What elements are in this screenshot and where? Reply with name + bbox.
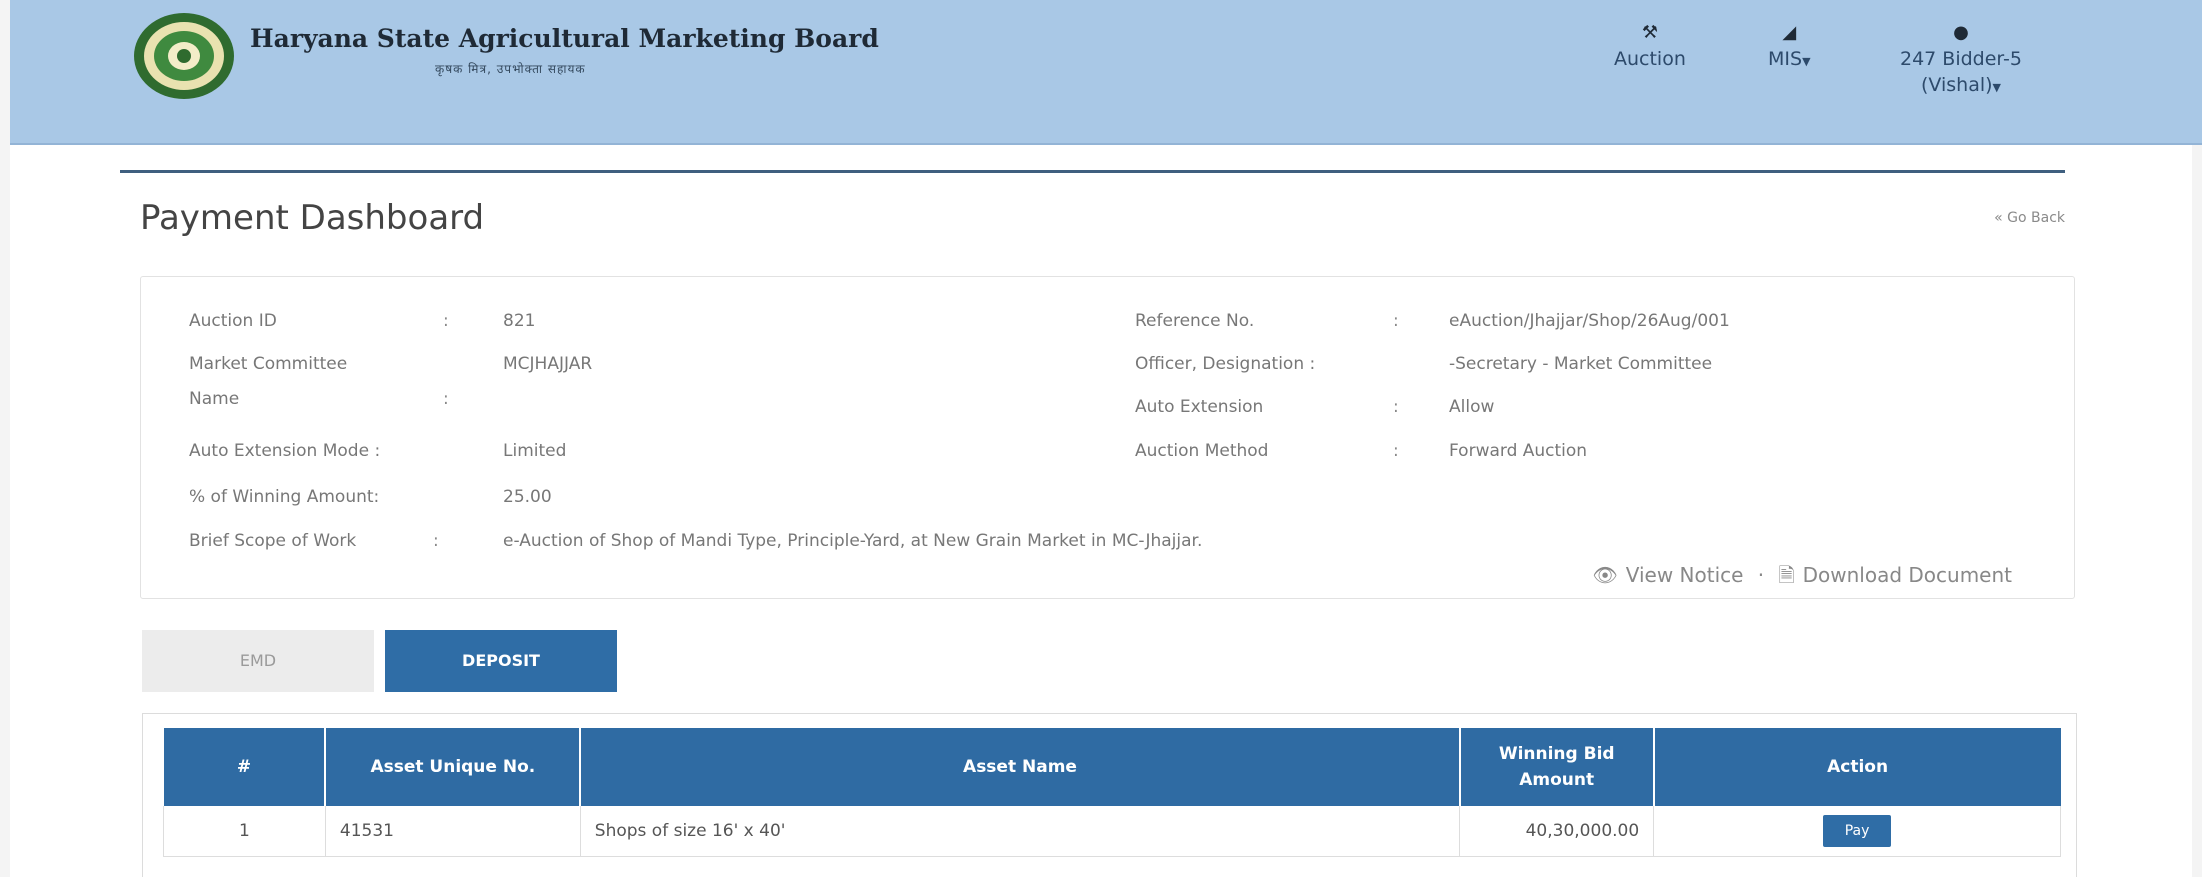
nav-mis[interactable]: ◢ MIS▼ (1768, 20, 1811, 75)
board-logo (134, 13, 234, 99)
col-header-asset-no: Asset Unique No. (325, 728, 582, 806)
tab-deposit[interactable]: DEPOSIT (385, 630, 617, 692)
cell-amount: 40,30,000.00 (1459, 806, 1655, 857)
col-header-asset-name: Asset Name (580, 728, 1461, 806)
brand-title: Haryana State Agricultural Marketing Boa… (250, 24, 879, 53)
brand-subtitle: कृषक मित्र, उपभोक्ता सहायक (435, 62, 586, 76)
winning-pct-label: % of Winning Amount: (189, 487, 380, 507)
tab-emd[interactable]: EMD (142, 630, 374, 692)
officer-label: Officer, Designation : (1135, 354, 1316, 374)
table-header-row: # Asset Unique No. Asset Name Winning Bi… (163, 728, 2061, 806)
gavel-icon: ⚒ (1641, 22, 1659, 43)
colon: : (1393, 311, 1399, 331)
colon: : (443, 389, 449, 409)
auction-details-panel: Auction ID : 821 Market Committee Name :… (140, 276, 2075, 599)
scope-label: Brief Scope of Work (189, 531, 357, 551)
site-header: Haryana State Agricultural Marketing Boa… (10, 0, 2202, 145)
file-icon: 🗎 (1778, 563, 1795, 587)
market-committee-label: Market Committee (189, 354, 348, 374)
table-row: 1 41531 Shops of size 16' x 40' 40,30,00… (163, 806, 2061, 857)
scope-value: e-Auction of Shop of Mandi Type, Princip… (503, 531, 1203, 551)
auto-extension-value: Allow (1449, 397, 1495, 417)
deposit-table: # Asset Unique No. Asset Name Winning Bi… (163, 728, 2061, 857)
auction-id-label: Auction ID (189, 311, 277, 331)
colon: : (1393, 397, 1399, 417)
colon: : (433, 531, 439, 551)
auto-extension-label: Auto Extension (1135, 397, 1264, 417)
auto-extension-mode-value: Limited (503, 441, 567, 461)
colon: : (443, 311, 449, 331)
col-header-num: # (163, 728, 327, 806)
user-name-line2: (Vishal) (1920, 74, 1993, 96)
deposit-table-panel: # Asset Unique No. Asset Name Winning Bi… (142, 713, 2077, 877)
document-links: 👁 View Notice · 🗎 Download Document (1584, 561, 2012, 595)
cell-action: Pay (1653, 806, 2061, 857)
eye-icon: 👁 (1592, 563, 1618, 587)
auction-method-label: Auction Method (1135, 441, 1269, 461)
col-header-amount-line2: Amount (1519, 770, 1595, 790)
col-header-amount-line1: Winning Bid (1498, 744, 1615, 764)
officer-value: -Secretary - Market Committee (1449, 354, 1713, 374)
cell-num: 1 (163, 806, 326, 857)
auction-method-value: Forward Auction (1449, 441, 1588, 461)
user-name-line1: 247 Bidder-5 (1900, 48, 2022, 70)
auction-id-value: 821 (503, 311, 536, 331)
col-header-amount: Winning Bid Amount (1459, 728, 1655, 806)
page-title: Payment Dashboard (140, 198, 485, 238)
download-document-link[interactable]: Download Document (1803, 563, 2012, 587)
market-committee-label-cont: Name (189, 389, 240, 409)
view-notice-link[interactable]: View Notice (1626, 563, 1744, 587)
nav-auction-label: Auction (1614, 48, 1686, 70)
chart-icon: ◢ (1782, 22, 1797, 43)
colon: : (1393, 441, 1399, 461)
window-right-edge (2192, 145, 2202, 877)
auto-extension-mode-label: Auto Extension Mode : (189, 441, 381, 461)
col-header-action: Action (1653, 728, 2061, 806)
caret-down-icon: ▼ (1992, 81, 2001, 94)
cell-asset-name: Shops of size 16' x 40' (580, 806, 1461, 857)
separator: · (1757, 563, 1765, 587)
window-left-edge (0, 0, 10, 877)
nav-auction[interactable]: ⚒ Auction (1614, 20, 1686, 72)
go-back-link[interactable]: « Go Back (1994, 210, 2065, 226)
caret-down-icon: ▼ (1802, 55, 1811, 68)
pay-button[interactable]: Pay (1822, 814, 1892, 847)
cell-asset-no: 41531 (325, 806, 581, 857)
user-icon: ● (1953, 22, 1969, 43)
reference-label: Reference No. (1135, 311, 1255, 331)
winning-pct-value: 25.00 (503, 487, 552, 507)
card-top-rule (120, 170, 2065, 173)
market-committee-value: MCJHAJJAR (503, 354, 593, 374)
nav-mis-label: MIS (1768, 48, 1803, 70)
nav-user-menu[interactable]: ● 247 Bidder-5 (Vishal)▼ (1900, 20, 2022, 101)
reference-value: eAuction/Jhajjar/Shop/26Aug/001 (1449, 311, 1730, 331)
